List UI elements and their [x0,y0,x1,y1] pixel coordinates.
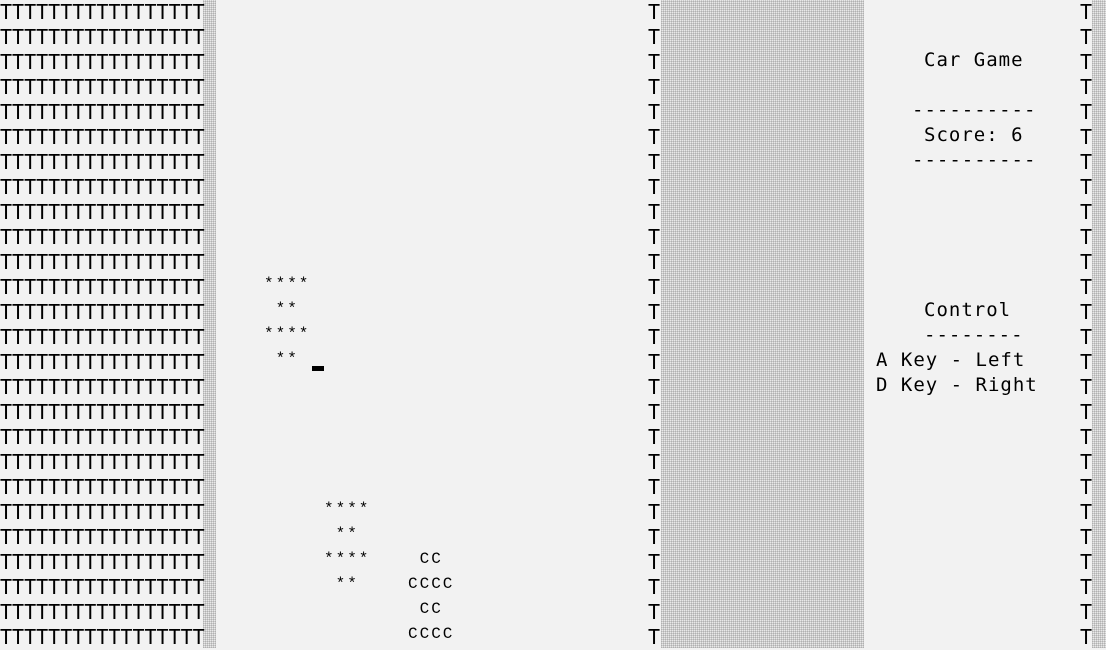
console-cursor [312,366,324,371]
right-road-edge: T T T T T T T T T T T T T T T T T T T T … [648,0,661,649]
control-right-key: D Key - Right [876,374,1038,396]
left-wall-shading [203,0,216,648]
info-panel-divider [661,0,864,648]
game-title: Car Game [924,49,1024,71]
controls-heading: Control [924,299,1012,321]
far-right-shading [1092,0,1106,648]
score-display: Score: 6 [924,123,1024,148]
controls-underline: -------- [924,324,1024,346]
far-right-border: T T T T T T T T T T T T T T T T T T T T … [1080,0,1093,649]
enemy-car-2: **** ** **** ** [324,500,371,593]
enemy-car-1: **** ** **** ** [264,275,311,368]
score-value: 6 [1011,124,1024,146]
player-car: CC CCCC CC CCCC [408,550,455,643]
left-border-wall: TTTTTTTTTTTTTTTTT TTTTTTTTTTTTTTTTT TTTT… [0,0,205,649]
separator-bottom: ---------- [912,149,1037,171]
separator-top: ---------- [912,99,1037,121]
control-left-key: A Key - Left [876,349,1026,371]
score-label: Score: [924,124,999,146]
